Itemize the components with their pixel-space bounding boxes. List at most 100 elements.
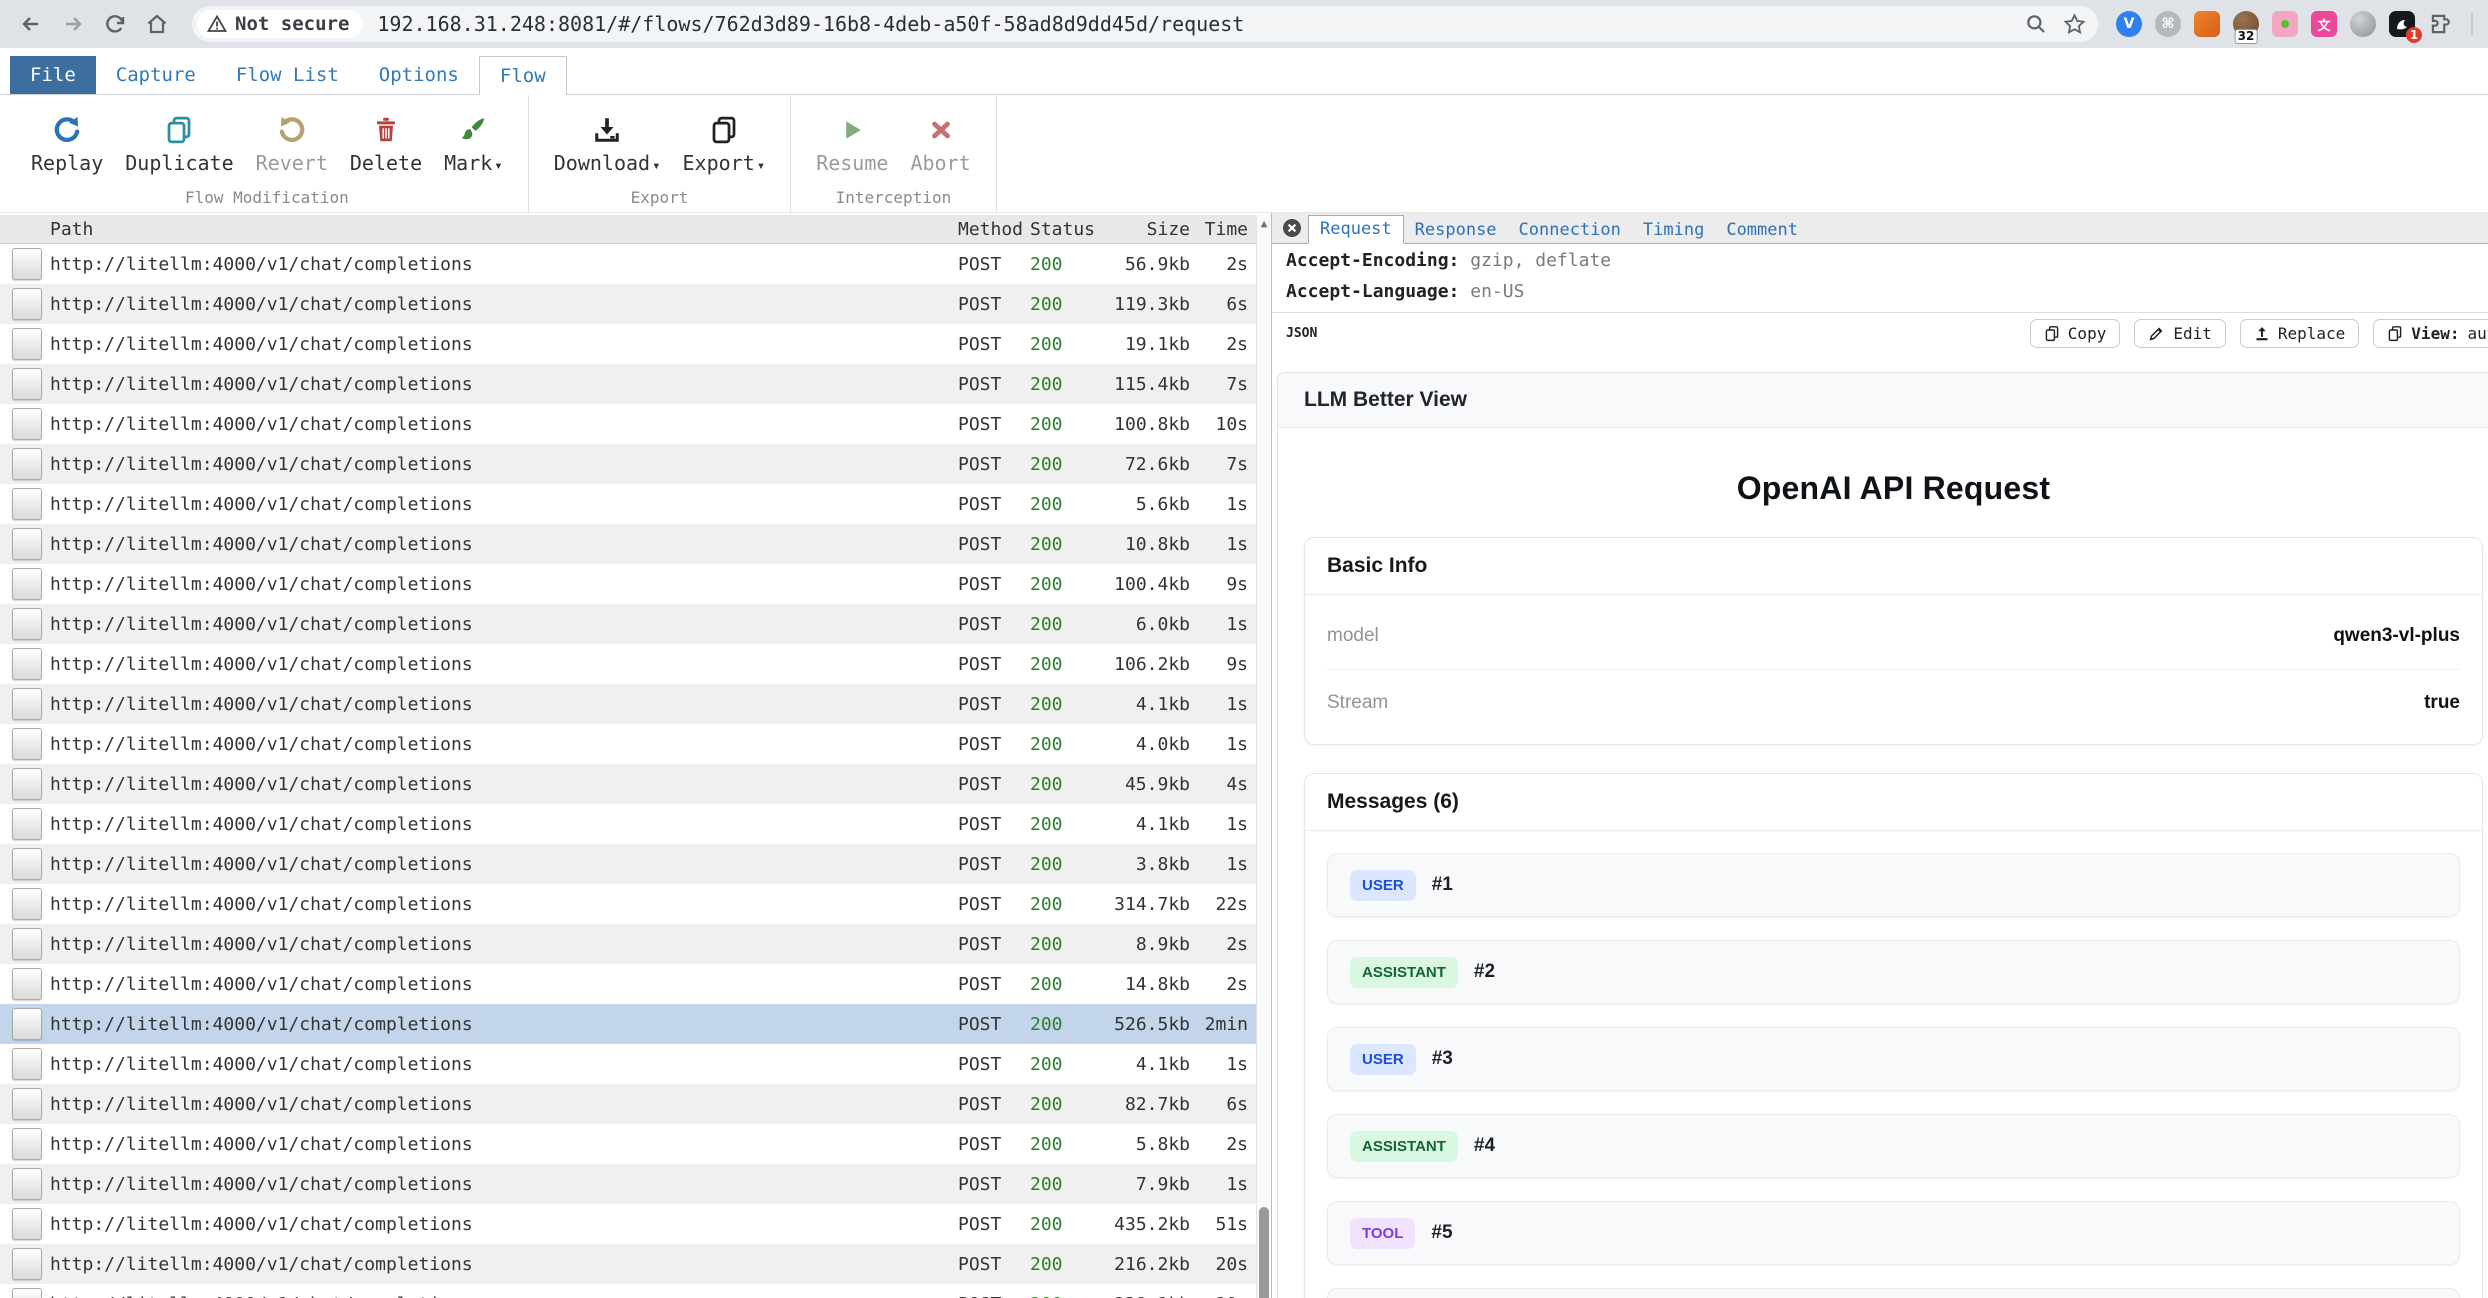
flow-indicator-button[interactable] [12, 408, 42, 440]
column-size[interactable]: Size [1090, 219, 1190, 240]
flow-row[interactable]: http://litellm:4000/v1/chat/completions … [0, 724, 1256, 764]
back-icon[interactable] [14, 7, 48, 41]
header-line[interactable]: Accept-Encoding: gzip, deflate [1272, 244, 2488, 275]
flow-row[interactable]: http://litellm:4000/v1/chat/completions … [0, 884, 1256, 924]
export-button[interactable]: Export▾ [683, 109, 766, 175]
flow-indicator-button[interactable] [12, 1248, 42, 1280]
extensions-puzzle-icon[interactable] [2428, 11, 2454, 37]
flow-row[interactable]: http://litellm:4000/v1/chat/completions … [0, 1164, 1256, 1204]
flow-indicator-button[interactable] [12, 888, 42, 920]
tab-request[interactable]: Request [1308, 215, 1404, 244]
flow-indicator-button[interactable] [12, 1008, 42, 1040]
replace-button[interactable]: Replace [2240, 319, 2359, 348]
view-mode-button[interactable]: View: auto [2373, 319, 2488, 348]
flow-row[interactable]: http://litellm:4000/v1/chat/completions … [0, 284, 1256, 324]
replay-button[interactable]: Replay [31, 109, 103, 175]
notification-extension-icon[interactable]: 1 [2389, 11, 2415, 37]
flow-indicator-button[interactable] [12, 448, 42, 480]
message-item[interactable]: ASSISTANT #4 [1327, 1114, 2460, 1178]
menu-flow[interactable]: Flow [479, 56, 567, 95]
menu-file[interactable]: File [10, 56, 96, 94]
menu-flow-list[interactable]: Flow List [216, 56, 359, 94]
flow-row[interactable]: http://litellm:4000/v1/chat/completions … [0, 1044, 1256, 1084]
message-item[interactable]: USER #1 [1327, 853, 2460, 917]
flow-row[interactable]: http://litellm:4000/v1/chat/completions … [0, 1084, 1256, 1124]
tab-comment[interactable]: Comment [1715, 217, 1809, 244]
flow-row[interactable]: http://litellm:4000/v1/chat/completions … [0, 524, 1256, 564]
flow-row[interactable]: http://litellm:4000/v1/chat/completions … [0, 1124, 1256, 1164]
translate-icon[interactable]: 文 [2311, 11, 2337, 37]
tab-connection[interactable]: Connection [1508, 217, 1632, 244]
menu-capture[interactable]: Capture [96, 56, 216, 94]
message-item[interactable]: TOOL #5 [1327, 1201, 2460, 1265]
flow-row[interactable]: http://litellm:4000/v1/chat/completions … [0, 1244, 1256, 1284]
revert-button[interactable]: Revert [256, 109, 328, 175]
flow-indicator-button[interactable] [12, 1168, 42, 1200]
reload-icon[interactable] [98, 7, 132, 41]
forward-icon[interactable] [56, 7, 90, 41]
column-path[interactable]: Path [50, 219, 958, 240]
flow-list-scrollbar[interactable]: ▲ [1256, 215, 1271, 1298]
duplicate-button[interactable]: Duplicate [125, 109, 233, 175]
metamask-icon[interactable] [2194, 11, 2220, 37]
message-item[interactable]: ASSISTANT #6 [1327, 1288, 2460, 1298]
abort-button[interactable]: Abort [910, 109, 970, 175]
header-line[interactable]: Accept-Language: en-US [1272, 275, 2488, 306]
extension-v-icon[interactable]: V [2116, 11, 2142, 37]
flow-indicator-button[interactable] [12, 848, 42, 880]
flow-row[interactable]: http://litellm:4000/v1/chat/completions … [0, 324, 1256, 364]
flow-list-header[interactable]: Path Method Status Size Time [0, 215, 1256, 244]
flow-indicator-button[interactable] [12, 248, 42, 280]
flow-row[interactable]: http://litellm:4000/v1/chat/completions … [0, 644, 1256, 684]
flow-row[interactable]: http://litellm:4000/v1/chat/completions … [0, 244, 1256, 284]
edit-button[interactable]: Edit [2134, 319, 2226, 348]
flow-indicator-button[interactable] [12, 968, 42, 1000]
home-icon[interactable] [140, 7, 174, 41]
globe-extension-icon[interactable] [2350, 11, 2376, 37]
copy-button[interactable]: Copy [2030, 319, 2121, 348]
flow-indicator-button[interactable] [12, 1128, 42, 1160]
extension-command-icon[interactable]: ⌘ [2155, 11, 2181, 37]
flow-row[interactable]: http://litellm:4000/v1/chat/completions … [0, 364, 1256, 404]
flow-indicator-button[interactable] [12, 1048, 42, 1080]
flow-indicator-button[interactable] [12, 1208, 42, 1240]
flow-row[interactable]: http://litellm:4000/v1/chat/completions … [0, 964, 1256, 1004]
flow-row[interactable]: http://litellm:4000/v1/chat/completions … [0, 684, 1256, 724]
tab-response[interactable]: Response [1404, 217, 1508, 244]
column-time[interactable]: Time [1190, 219, 1256, 240]
flow-indicator-button[interactable] [12, 928, 42, 960]
bug-extension-icon[interactable] [2272, 11, 2298, 37]
search-icon[interactable] [2025, 13, 2047, 35]
scrollbar-thumb[interactable] [1259, 1207, 1269, 1298]
flow-row[interactable]: http://litellm:4000/v1/chat/completions … [0, 1284, 1256, 1298]
url-text[interactable]: 192.168.31.248:8081/#/flows/762d3d89-16b… [377, 12, 1244, 36]
flow-row[interactable]: http://litellm:4000/v1/chat/completions … [0, 764, 1256, 804]
tab-timing[interactable]: Timing [1632, 217, 1715, 244]
column-method[interactable]: Method [958, 219, 1030, 240]
flow-row[interactable]: http://litellm:4000/v1/chat/completions … [0, 604, 1256, 644]
flow-indicator-button[interactable] [12, 1088, 42, 1120]
mark-button[interactable]: Mark▾ [444, 109, 503, 175]
menu-options[interactable]: Options [359, 56, 479, 94]
flow-indicator-button[interactable] [12, 328, 42, 360]
flow-indicator-button[interactable] [12, 288, 42, 320]
security-chip[interactable]: Not secure [197, 10, 363, 38]
delete-button[interactable]: Delete [350, 109, 422, 175]
resume-button[interactable]: Resume [816, 109, 888, 175]
flow-row[interactable]: http://litellm:4000/v1/chat/completions … [0, 484, 1256, 524]
close-icon[interactable] [1282, 218, 1302, 238]
flow-indicator-button[interactable] [12, 568, 42, 600]
column-status[interactable]: Status [1030, 219, 1090, 240]
flow-indicator-button[interactable] [12, 648, 42, 680]
flow-indicator-button[interactable] [12, 528, 42, 560]
flow-row[interactable]: http://litellm:4000/v1/chat/completions … [0, 804, 1256, 844]
message-item[interactable]: ASSISTANT #2 [1327, 940, 2460, 1004]
flow-indicator-button[interactable] [12, 368, 42, 400]
flow-row[interactable]: http://litellm:4000/v1/chat/completions … [0, 844, 1256, 884]
message-item[interactable]: USER #3 [1327, 1027, 2460, 1091]
flow-row[interactable]: http://litellm:4000/v1/chat/completions … [0, 564, 1256, 604]
flow-indicator-button[interactable] [12, 488, 42, 520]
flow-row[interactable]: http://litellm:4000/v1/chat/completions … [0, 404, 1256, 444]
flow-indicator-button[interactable] [12, 608, 42, 640]
flow-row[interactable]: http://litellm:4000/v1/chat/completions … [0, 1204, 1256, 1244]
